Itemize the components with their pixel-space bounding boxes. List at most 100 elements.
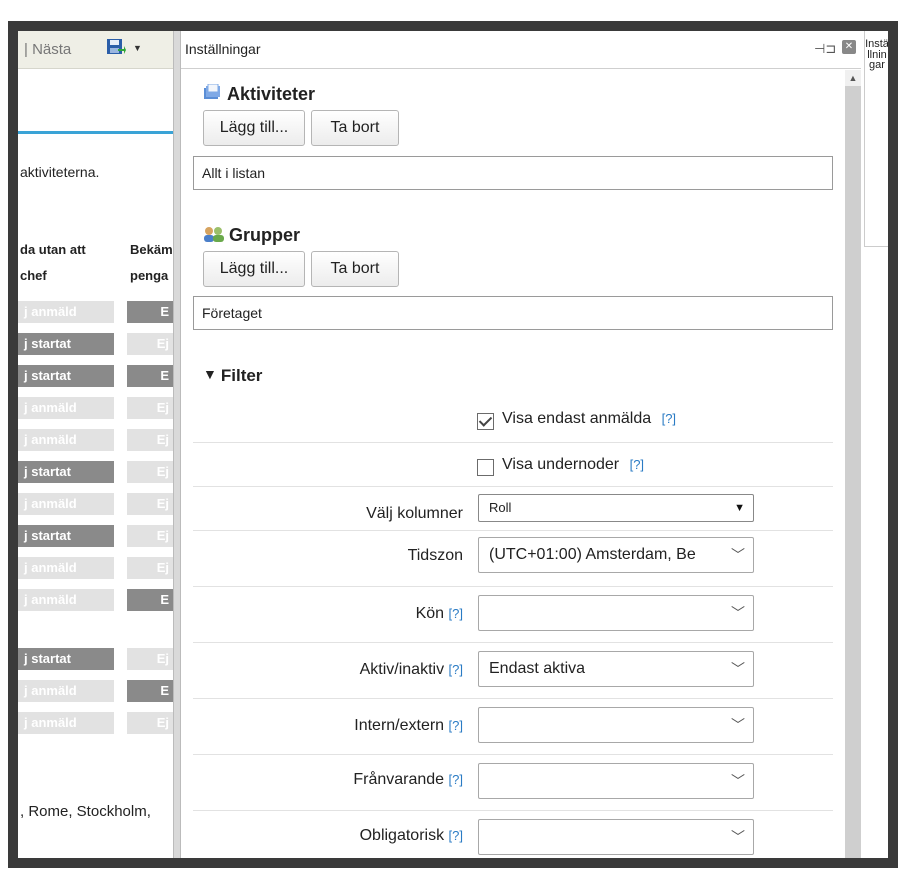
filter-row-absent: Frånvarande [?] ﹀	[193, 754, 833, 810]
remove-group-button[interactable]: Ta bort	[311, 251, 399, 287]
table-row[interactable]: j anmäld E	[18, 301, 173, 323]
confirmation-status-cell: Ej	[127, 493, 173, 515]
side-tab-label: Inställningar	[865, 38, 888, 71]
help-link[interactable]: [?]	[662, 411, 676, 426]
timezone-text: , Rome, Stockholm,	[20, 803, 151, 820]
registration-status-cell: j startat	[18, 525, 114, 547]
filter-section-title: ▼ Filter	[203, 366, 263, 385]
close-icon[interactable]: ✕	[842, 40, 856, 54]
confirmation-status-cell: Ej	[127, 333, 173, 355]
settings-content: Aktiviteter Lägg till... Ta bort Allt i …	[181, 70, 843, 858]
active-select[interactable]: Endast aktiva ﹀	[478, 651, 754, 687]
filter-row-subnodes: Visa undernoder [?]	[193, 442, 833, 486]
scrollbar-thumb[interactable]	[847, 88, 859, 856]
help-link[interactable]: [?]	[449, 828, 463, 843]
table-row[interactable]: j startat Ej	[18, 525, 173, 547]
table-row[interactable]: j anmäld E	[18, 589, 173, 611]
activities-icon	[204, 84, 220, 99]
help-link[interactable]: [?]	[449, 772, 463, 787]
confirmation-status-cell: Ej	[127, 461, 173, 483]
confirmation-status-cell: E	[127, 589, 173, 611]
table-row[interactable]: j anmäld Ej	[18, 493, 173, 515]
mandatory-select[interactable]: ﹀	[478, 819, 754, 855]
help-link[interactable]: [?]	[449, 718, 463, 733]
activities-section-title: Aktiviteter	[203, 84, 315, 105]
help-link[interactable]: [?]	[630, 457, 644, 472]
settings-panel: Inställningar ⊣⊐ ✕ Aktiviteter Lägg till…	[181, 31, 861, 858]
filter-row-active: Aktiv/inaktiv [?] Endast aktiva ﹀	[193, 642, 833, 698]
internal-select[interactable]: ﹀	[478, 707, 754, 743]
show-subnodes-label[interactable]: Visa undernoder [?]	[502, 456, 644, 474]
groups-section-title: Grupper	[203, 225, 300, 246]
chevron-down-icon[interactable]: ▼	[133, 43, 142, 53]
active-label: Aktiv/inaktiv [?]	[359, 661, 463, 678]
column-header-registered[interactable]: da utan att chef	[20, 237, 86, 289]
add-group-button[interactable]: Lägg till...	[203, 251, 305, 287]
confirmation-status-cell: E	[127, 301, 173, 323]
activities-listbox[interactable]: Allt i listan	[193, 156, 833, 190]
scroll-up-icon[interactable]: ▲	[845, 70, 861, 86]
gender-select[interactable]: ﹀	[478, 595, 754, 631]
chevron-down-icon: ﹀	[731, 829, 745, 845]
registration-status-cell: j anmäld	[18, 557, 114, 579]
remove-activity-button[interactable]: Ta bort	[311, 110, 399, 146]
column-header-confirmed[interactable]: Bekäm penga	[130, 237, 173, 289]
internal-label: Intern/extern [?]	[354, 717, 463, 734]
only-registered-checkbox[interactable]	[477, 413, 494, 430]
confirmation-status-cell: Ej	[127, 429, 173, 451]
registration-status-cell: j startat	[18, 333, 114, 355]
pin-icon[interactable]: ⊣⊐	[814, 41, 836, 57]
registration-status-cell: j anmäld	[18, 589, 114, 611]
registration-status-cell: j startat	[18, 648, 114, 670]
show-subnodes-checkbox[interactable]	[477, 459, 494, 476]
chevron-down-icon: ﹀	[731, 661, 745, 677]
confirmation-status-cell: Ej	[127, 712, 173, 734]
confirmation-status-cell: Ej	[127, 397, 173, 419]
table-row[interactable]: j startat Ej	[18, 648, 173, 670]
filter-row-only-registered: Visa endast anmälda [?]	[193, 397, 833, 441]
chevron-down-icon: ﹀	[731, 717, 745, 733]
table-row[interactable]: j anmäld Ej	[18, 429, 173, 451]
table-row[interactable]: j anmäld Ej	[18, 397, 173, 419]
report-toolbar: | Nästa ▼	[18, 31, 173, 69]
table-row[interactable]: j startat Ej	[18, 461, 173, 483]
table-row[interactable]: j anmäld Ej	[18, 712, 173, 734]
table-row[interactable]: j startat E	[18, 365, 173, 387]
absent-label: Frånvarande [?]	[353, 771, 463, 788]
registration-status-cell: j anmäld	[18, 680, 114, 702]
registration-status-cell: j anmäld	[18, 712, 114, 734]
help-link[interactable]: [?]	[449, 606, 463, 621]
registration-status-cell: j anmäld	[18, 397, 114, 419]
confirmation-status-cell: Ej	[127, 525, 173, 547]
add-activity-button[interactable]: Lägg till...	[203, 110, 305, 146]
table-row[interactable]: j anmäld Ej	[18, 557, 173, 579]
absent-select[interactable]: ﹀	[478, 763, 754, 799]
groups-listbox[interactable]: Företaget	[193, 296, 833, 330]
save-icon[interactable]	[106, 37, 126, 57]
registration-status-cell: j anmäld	[18, 429, 114, 451]
chevron-down-icon: ▼	[734, 502, 745, 514]
users-icon	[204, 227, 224, 242]
timezone-select[interactable]: (UTC+01:00) Amsterdam, Be ﹀	[478, 537, 754, 573]
registration-status-cell: j anmäld	[18, 493, 114, 515]
scrollbar[interactable]: ▲	[845, 70, 861, 858]
filter-row-columns: Välj kolumner Roll ▼	[193, 486, 833, 530]
help-link[interactable]: [?]	[449, 662, 463, 677]
filter-row-internal: Intern/extern [?] ﹀	[193, 698, 833, 754]
only-registered-label[interactable]: Visa endast anmälda [?]	[502, 410, 676, 428]
columns-select[interactable]: Roll ▼	[478, 494, 754, 522]
panel-splitter[interactable]	[173, 31, 181, 858]
filter-row-mandatory: Obligatorisk [?] ﹀	[193, 810, 833, 858]
table-row[interactable]: j anmäld E	[18, 680, 173, 702]
next-link[interactable]: | Nästa	[24, 41, 71, 58]
confirmation-status-cell: Ej	[127, 557, 173, 579]
registration-status-cell: j anmäld	[18, 301, 114, 323]
chevron-down-icon: ﹀	[731, 773, 745, 789]
settings-side-tab[interactable]: Inställningar	[864, 31, 888, 247]
confirmation-status-cell: E	[127, 680, 173, 702]
filter-row-timezone: Tidszon (UTC+01:00) Amsterdam, Be ﹀	[193, 530, 833, 586]
settings-title: Inställningar	[185, 41, 261, 57]
mandatory-label: Obligatorisk [?]	[359, 827, 463, 844]
table-row[interactable]: j startat Ej	[18, 333, 173, 355]
filter-row-gender: Kön [?] ﹀	[193, 586, 833, 642]
